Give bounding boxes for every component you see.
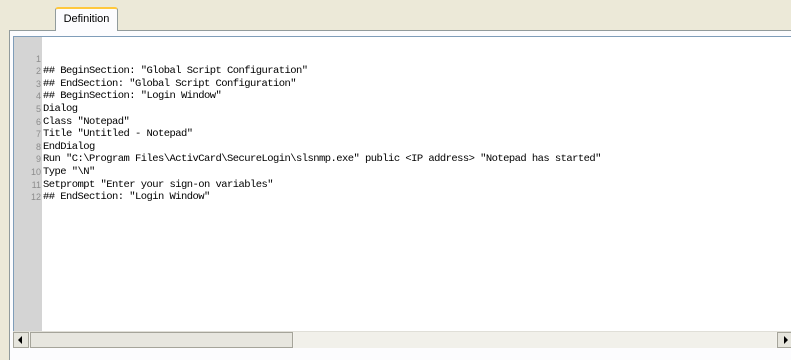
- code-line[interactable]: 8 Run "C:\Program Files\ActivCard\Secure…: [14, 128, 791, 166]
- scrollbar-thumb[interactable]: [30, 332, 293, 348]
- code-line[interactable]: 2 ## EndSection: "Global Script Configur…: [14, 53, 791, 90]
- code-line[interactable]: 1 ## BeginSection: "Global Script Config…: [14, 40, 791, 78]
- horizontal-scrollbar[interactable]: [13, 331, 791, 348]
- code-line[interactable]: 6 Title "Untitled - Notepad": [14, 103, 791, 141]
- code-line[interactable]: 5 Class "Notepad": [14, 90, 791, 128]
- scroll-left-button[interactable]: [13, 332, 29, 348]
- tab-definition[interactable]: Definition: [55, 7, 118, 31]
- arrow-left-icon: [18, 336, 22, 344]
- tab-strip: Definition: [0, 0, 791, 33]
- code-line[interactable]: 11 ## EndSection: "Login Window": [14, 166, 791, 204]
- scrollbar-track[interactable]: [294, 332, 776, 348]
- code-line[interactable]: 12: [14, 179, 791, 202]
- script-editor[interactable]: 1 ## BeginSection: "Global Script Config…: [13, 36, 791, 348]
- line-number: 12: [30, 192, 41, 203]
- code-lines: 1 ## BeginSection: "Global Script Config…: [14, 40, 791, 204]
- code-line[interactable]: 10 Setprompt "Enter your sign-on variabl…: [14, 153, 791, 191]
- code-line[interactable]: 4 Dialog: [14, 78, 791, 115]
- arrow-right-icon: [784, 336, 788, 344]
- code-line[interactable]: 3 ## BeginSection: "Login Window": [14, 65, 791, 103]
- line-text: ## EndSection: "Login Window": [43, 191, 210, 204]
- code-line[interactable]: 7 EndDialog: [14, 116, 791, 153]
- scroll-right-button[interactable]: [777, 332, 791, 348]
- code-line[interactable]: 9 Type "\N": [14, 141, 791, 178]
